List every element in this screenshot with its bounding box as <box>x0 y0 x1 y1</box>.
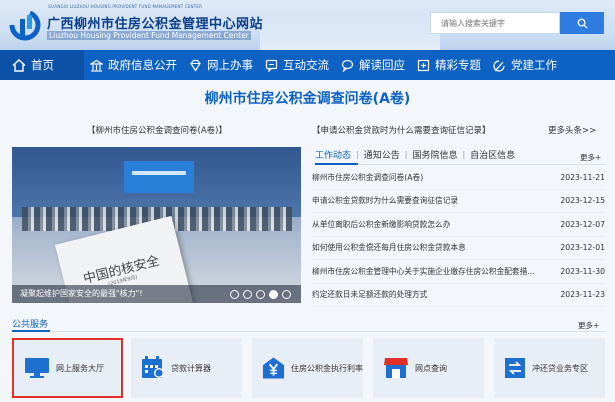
tab-state-council[interactable]: 国务院信息 <box>407 148 462 161</box>
news-tab-active-indicator <box>315 163 358 165</box>
speech-icon <box>341 59 354 72</box>
nav-item-interpretation[interactable]: 解读回应 <box>335 50 411 80</box>
carousel-dot[interactable] <box>256 290 265 299</box>
party-icon <box>493 59 505 72</box>
services-divider <box>12 331 605 332</box>
search-input[interactable] <box>431 13 559 33</box>
yen-house-icon <box>262 357 285 379</box>
news-date: 2023-12-07 <box>560 219 605 229</box>
building-icon <box>90 59 103 72</box>
services-section-title[interactable]: 公共服务 <box>12 317 48 330</box>
news-date: 2023-12-01 <box>560 243 605 253</box>
service-branch-lookup-button[interactable]: 网点查询 <box>373 338 484 398</box>
service-label: 住房公积金执行利率 <box>291 363 363 373</box>
nav-label: 互动交流 <box>283 58 329 72</box>
more-headlines-link[interactable]: 更多头条>> <box>548 124 596 136</box>
tab-work-news[interactable]: 工作动态 <box>312 148 356 161</box>
nav-item-special-topics[interactable]: 精彩专题 <box>411 50 487 80</box>
headline-right-link[interactable]: 【申请公积金贷款时为什么需要查询征信记录】 <box>312 124 522 136</box>
nav-label: 解读回应 <box>359 58 405 72</box>
main-nav: 首页 政府信息公开 网上办事 互动交流 解读回应 精彩专题 党建工作 <box>0 50 615 80</box>
carousel-dot[interactable] <box>282 290 291 299</box>
nav-item-home[interactable]: 首页 <box>0 50 84 80</box>
chat-icon <box>265 59 278 72</box>
nav-item-gov-info[interactable]: 政府信息公开 <box>84 50 183 80</box>
nav-item-party-building[interactable]: 党建工作 <box>487 50 563 80</box>
services-more-link[interactable]: 更多+ <box>578 320 599 331</box>
site-subtitle: Liuzhou Housing Provident Fund Managemen… <box>47 31 251 40</box>
nav-label: 精彩专题 <box>435 58 481 72</box>
list-item[interactable]: 申请公积金贷款时为什么需要查询征信记录 2023-12-15 <box>312 190 605 213</box>
tab-notices[interactable]: 通知公告 <box>359 148 405 161</box>
news-title[interactable]: 柳州市住房公积金管理中心关于实施企业缴存住房公积金配套措... <box>312 266 535 277</box>
nav-label: 网上办事 <box>207 58 253 72</box>
plus-box-icon <box>417 59 430 71</box>
list-item[interactable]: 柳州市住房公积金管理中心关于实施企业缴存住房公积金配套措... 2023-11-… <box>312 260 605 284</box>
carousel-dot[interactable] <box>243 290 252 299</box>
nav-label: 首页 <box>31 58 54 72</box>
site-header: GUANGXI LIUZHOU HOUSING PROVIDENT FUND M… <box>0 0 615 50</box>
news-date: 2023-11-21 <box>560 172 605 182</box>
storefront-icon <box>384 358 408 378</box>
service-label: 网点查询 <box>415 363 447 373</box>
list-item[interactable]: 柳州市住房公积金调查问卷(A卷) 2023-11-21 <box>312 166 605 190</box>
carousel-image-screen-text <box>132 171 186 175</box>
news-title[interactable]: 柳州市住房公积金调查问卷(A卷) <box>312 172 423 183</box>
carousel-dot-active[interactable] <box>269 290 278 299</box>
tab-region-info[interactable]: 自治区信息 <box>465 148 520 161</box>
site-title: 广西柳州市住房公积金管理中心网站 <box>47 17 264 32</box>
calendar-icon <box>142 356 164 378</box>
list-item[interactable]: 从单位离职后公积金新缴影响贷款怎么办 2023-12-07 <box>312 213 605 237</box>
service-online-hall-button[interactable]: 网上服务大厅 <box>12 338 123 398</box>
page-title[interactable]: 柳州市住房公积金调查问卷(A卷) <box>0 88 615 108</box>
carousel-dots <box>230 290 291 299</box>
search-box <box>430 12 560 34</box>
list-item[interactable]: 约定还款日未足额还款的处理方式 2023-11-23 <box>312 284 605 307</box>
carousel-dot[interactable] <box>230 290 239 299</box>
carousel-caption[interactable]: 凝聚起维护国家安全的最强"核力"! <box>20 288 143 299</box>
nav-label: 政府信息公开 <box>108 58 177 72</box>
service-label: 贷款计算器 <box>171 363 211 373</box>
service-interest-rate-button[interactable]: 住房公积金执行利率 <box>252 338 363 398</box>
service-label: 网上服务大厅 <box>56 363 104 373</box>
service-loan-calculator-button[interactable]: 贷款计算器 <box>131 338 242 398</box>
list-item[interactable]: 如何使用公积金偿还每月住房公积金贷款本息 2023-12-01 <box>312 237 605 260</box>
nav-item-interaction[interactable]: 互动交流 <box>259 50 335 80</box>
site-logo-icon[interactable] <box>8 9 42 43</box>
news-more-link[interactable]: 更多+ <box>580 152 601 163</box>
news-tabs: 工作动态 | 通知公告 | 国务院信息 | 自治区信息 <box>312 145 604 163</box>
news-list: 柳州市住房公积金调查问卷(A卷) 2023-11-21 申请公积金贷款时为什么需… <box>312 166 605 307</box>
services-title-indicator <box>12 330 50 332</box>
news-carousel[interactable]: 中国的核安全 (2019年9月) 凝聚起维护国家安全的最强"核力"! <box>12 147 301 303</box>
search-button[interactable] <box>560 12 604 34</box>
news-date: 2023-11-30 <box>560 266 605 276</box>
home-icon <box>12 58 26 72</box>
carousel-image-screen <box>124 161 194 193</box>
nav-item-online-service[interactable]: 网上办事 <box>183 50 259 80</box>
header-skyline-decoration <box>260 14 440 50</box>
news-title[interactable]: 约定还款日未足额还款的处理方式 <box>312 289 427 300</box>
swap-box-icon <box>505 358 525 378</box>
monitor-icon <box>25 358 49 378</box>
news-title[interactable]: 如何使用公积金偿还每月住房公积金贷款本息 <box>312 242 466 253</box>
header-english-small: GUANGXI LIUZHOU HOUSING PROVIDENT FUND M… <box>48 4 203 9</box>
news-date: 2023-12-15 <box>560 196 605 206</box>
news-title[interactable]: 申请公积金贷款时为什么需要查询征信记录 <box>312 195 458 206</box>
diamond-icon <box>190 59 201 72</box>
nav-label: 党建工作 <box>511 58 557 72</box>
news-title[interactable]: 从单位离职后公积金新缴影响贷款怎么办 <box>312 219 450 230</box>
headline-left-link[interactable]: 【柳州市住房公积金调查问卷(A卷)】 <box>12 124 302 136</box>
search-icon <box>577 18 588 29</box>
service-loan-offset-zone-button[interactable]: 冲还贷业务专区 <box>494 338 605 398</box>
news-date: 2023-11-23 <box>560 290 605 300</box>
service-label: 冲还贷业务专区 <box>532 363 588 373</box>
